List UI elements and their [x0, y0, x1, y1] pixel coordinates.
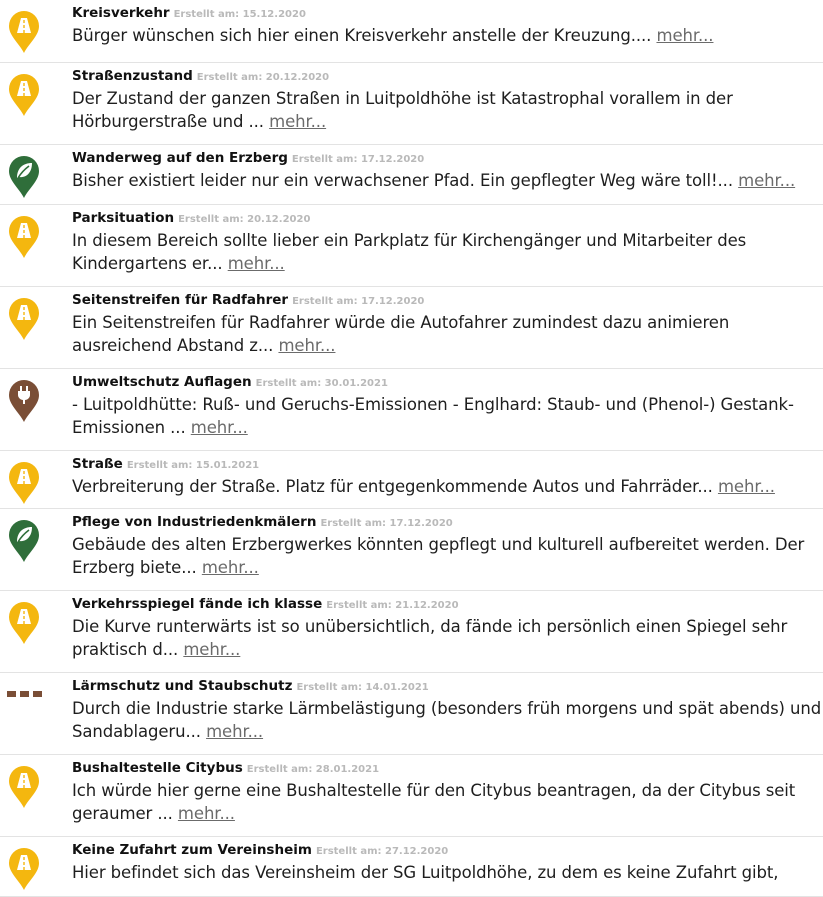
road-pin-icon	[8, 215, 40, 259]
more-link[interactable]: mehr...	[202, 558, 259, 577]
item-description: - Luitpoldhütte: Ruß- und Geruchs-Emissi…	[72, 395, 794, 437]
item-created-date: Erstellt am: 21.12.2020	[326, 600, 459, 611]
item-title[interactable]: Umweltschutz Auflagen	[72, 374, 252, 390]
item-title[interactable]: Lärmschutz und Staubschutz	[72, 678, 292, 694]
item-description: Bürger wünschen sich hier einen Kreisver…	[72, 26, 652, 45]
more-link[interactable]: mehr...	[718, 477, 775, 496]
list-item[interactable]: Kreisverkehr Erstellt am: 15.12.2020 Bürge…	[0, 0, 823, 63]
list-item[interactable]: Bushaltestelle Citybus Erstellt am: 28.01…	[0, 755, 823, 837]
road-pin-icon	[8, 10, 40, 54]
item-title[interactable]: Straße	[72, 456, 123, 472]
item-title[interactable]: Bushaltestelle Citybus	[72, 760, 243, 776]
item-title[interactable]: Kreisverkehr	[72, 5, 170, 21]
item-title[interactable]: Pflege von Industriedenkmälern	[72, 514, 316, 530]
list-item[interactable]: Straßenzustand Erstellt am: 20.12.2020 Der…	[0, 63, 823, 145]
item-description: Gebäude des alten Erzbergwerkes könnten …	[72, 535, 805, 577]
road-pin-icon	[8, 297, 40, 341]
proposal-list: Kreisverkehr Erstellt am: 15.12.2020 Bürge…	[0, 0, 823, 897]
item-title[interactable]: Keine Zufahrt zum Vereinsheim	[72, 842, 312, 858]
more-link[interactable]: mehr...	[269, 112, 326, 131]
item-created-date: Erstellt am: 28.01.2021	[246, 764, 380, 775]
item-title[interactable]: Seitenstreifen für Radfahrer	[72, 292, 288, 308]
more-link[interactable]: mehr...	[191, 418, 248, 437]
road-pin-icon	[8, 601, 40, 645]
list-item[interactable]: Keine Zufahrt zum Vereinsheim Erstellt am…	[0, 837, 823, 897]
list-item[interactable]: Umweltschutz Auflagen Erstellt am: 30.01.…	[0, 369, 823, 451]
list-item[interactable]: Straße Erstellt am: 15.01.2021 Verbreiteru…	[0, 451, 823, 509]
item-created-date: Erstellt am: 20.12.2020	[196, 72, 330, 83]
item-description: Durch die Industrie starke Lärmbelästigu…	[72, 699, 822, 741]
list-item[interactable]: Lärmschutz und Staubschutz Erstellt am: 1…	[0, 673, 823, 755]
item-description: Der Zustand der ganzen Straßen in Luitpo…	[72, 89, 733, 131]
item-title[interactable]: Straßenzustand	[72, 68, 193, 84]
list-item[interactable]: Parksituation Erstellt am: 20.12.2020 In d…	[0, 205, 823, 287]
road-pin-icon	[8, 847, 40, 891]
item-description: Ein Seitenstreifen für Radfahrer würde d…	[72, 313, 730, 355]
more-link[interactable]: mehr...	[178, 804, 235, 823]
item-created-date: Erstellt am: 14.01.2021	[296, 682, 429, 693]
item-title[interactable]: Parksituation	[72, 210, 174, 226]
road-pin-icon	[8, 765, 40, 809]
item-created-date: Erstellt am: 27.12.2020	[315, 846, 449, 857]
more-link[interactable]: mehr...	[228, 254, 285, 273]
item-description: In diesem Bereich sollte lieber ein Park…	[72, 231, 747, 273]
item-created-date: Erstellt am: 17.12.2020	[292, 296, 425, 307]
item-created-date: Erstellt am: 20.12.2020	[178, 214, 311, 225]
list-item[interactable]: Seitenstreifen für Radfahrer Erstellt am:…	[0, 287, 823, 369]
leaf-pin-icon	[8, 155, 40, 199]
plug-pin-icon	[8, 379, 40, 423]
dashed-line-icon	[7, 691, 42, 697]
item-created-date: Erstellt am: 15.12.2020	[173, 9, 306, 20]
item-created-date: Erstellt am: 30.01.2021	[255, 378, 388, 389]
leaf-pin-icon	[8, 519, 40, 563]
item-description: Hier befindet sich das Vereinsheim der S…	[72, 863, 779, 882]
list-item[interactable]: Pflege von Industriedenkmälern Erstellt a…	[0, 509, 823, 591]
item-title[interactable]: Wanderweg auf den Erzberg	[72, 150, 288, 166]
item-description: Bisher existiert leider nur ein verwachs…	[72, 171, 733, 190]
more-link[interactable]: mehr...	[278, 336, 335, 355]
list-item[interactable]: Verkehrsspiegel fände ich klasse Erstellt…	[0, 591, 823, 673]
item-description: Die Kurve runterwärts ist so unübersicht…	[72, 617, 788, 659]
item-created-date: Erstellt am: 17.12.2020	[320, 518, 453, 529]
item-title[interactable]: Verkehrsspiegel fände ich klasse	[72, 596, 322, 612]
more-link[interactable]: mehr...	[656, 26, 713, 45]
item-created-date: Erstellt am: 17.12.2020	[291, 154, 425, 165]
list-item[interactable]: Wanderweg auf den Erzberg Erstellt am: 17…	[0, 145, 823, 205]
item-created-date: Erstellt am: 15.01.2021	[126, 460, 260, 471]
more-link[interactable]: mehr...	[206, 722, 263, 741]
road-pin-icon	[8, 461, 40, 505]
more-link[interactable]: mehr...	[738, 171, 795, 190]
item-description: Verbreiterung der Straße. Platz für entg…	[72, 477, 713, 496]
more-link[interactable]: mehr...	[183, 640, 240, 659]
road-pin-icon	[8, 73, 40, 117]
